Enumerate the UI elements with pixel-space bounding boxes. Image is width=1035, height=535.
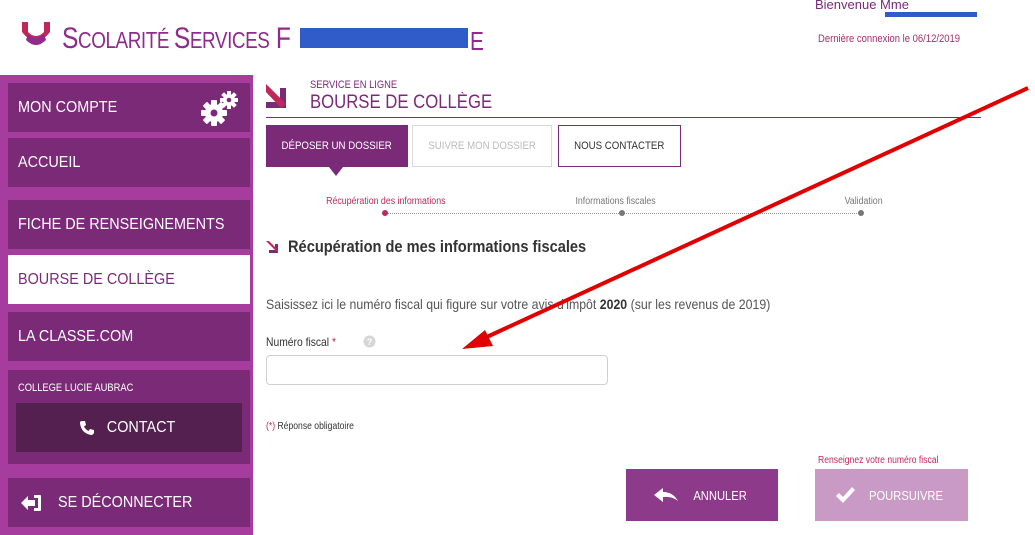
sidebar-item-label: ACCUEIL	[18, 153, 81, 171]
sidebar-item-label: LA CLASSE.COM	[18, 327, 134, 345]
college-name: COLLEGE LUCIE AUBRAC	[18, 382, 134, 394]
divider	[266, 117, 981, 118]
back-arrow-icon	[653, 488, 678, 502]
service-arrow-icon	[266, 84, 286, 108]
service-subtitle: SERVICE EN LIGNE	[310, 79, 398, 91]
contact-button[interactable]: CONTACT	[16, 403, 242, 452]
tab-label: DÉPOSER UN DOSSIER	[281, 140, 393, 152]
logout-button[interactable]: SE DÉCONNECTER	[8, 478, 250, 527]
sidebar-item-label: FICHE DE RENSEIGNEMENTS	[18, 215, 225, 233]
tab-nous-contacter[interactable]: NOUS CONTACTER	[558, 125, 681, 167]
fiscal-number-label: Numéro fiscal *	[266, 335, 336, 349]
brand-title-tail: E	[470, 26, 484, 56]
check-icon	[835, 487, 855, 503]
tab-label: NOUS CONTACTER	[574, 140, 665, 152]
required-note: (*) Réponse obligatoire	[266, 421, 354, 432]
cancel-button[interactable]: ANNULER	[626, 469, 778, 521]
contact-label: CONTACT	[106, 418, 176, 436]
sidebar-item-fiche-renseignements[interactable]: FICHE DE RENSEIGNEMENTS	[8, 200, 250, 249]
submit-button[interactable]: POURSUIVRE	[815, 469, 968, 521]
sidebar-item-label: MON COMPTE	[18, 98, 118, 116]
fiscal-number-input[interactable]	[266, 355, 608, 385]
step-label-informations-fiscales: Informations fiscales	[575, 196, 656, 207]
sidebar-item-label: BOURSE DE COLLÈGE	[18, 270, 175, 288]
redaction-bar	[300, 28, 468, 48]
welcome-text: Bienvenue Mme	[815, 0, 909, 12]
sidebar-item-mon-compte[interactable]: MON COMPTE	[8, 83, 250, 132]
brand-logo	[22, 22, 50, 45]
tab-suivre-dossier[interactable]: SUIVRE MON DOSSIER	[412, 125, 552, 167]
last-login-text: Dernière connexion le 06/12/2019	[818, 33, 961, 45]
section-arrow-icon	[266, 241, 278, 253]
error-message: Renseignez votre numéro fiscal	[818, 455, 939, 466]
step-label-validation: Validation	[844, 196, 883, 207]
sidebar-item-la-classe[interactable]: LA CLASSE.COM	[8, 312, 250, 361]
cancel-label: ANNULER	[693, 487, 747, 503]
tab-label: SUIVRE MON DOSSIER	[428, 140, 536, 152]
college-box: COLLEGE LUCIE AUBRAC CONTACT	[8, 370, 250, 464]
logout-label: SE DÉCONNECTER	[58, 493, 193, 511]
tab-deposer-dossier[interactable]: DÉPOSER UN DOSSIER	[266, 125, 408, 167]
help-icon[interactable]: ?	[363, 335, 376, 348]
active-tab-caret	[329, 167, 343, 176]
brand-title: SCOLARITÉ SERVICES F	[62, 22, 291, 55]
sidebar-item-accueil[interactable]: ACCUEIL	[8, 138, 250, 187]
logout-icon	[21, 494, 41, 511]
section-title: Récupération de mes informations fiscale…	[288, 237, 587, 256]
sidebar: MON COMPTE ACCUEIL FICHE DE RENSEIGNEMEN…	[0, 75, 253, 535]
sidebar-item-bourse-college[interactable]: BOURSE DE COLLÈGE	[8, 255, 250, 304]
page-title: BOURSE DE COLLÈGE	[310, 92, 493, 113]
redaction-bar-name	[885, 12, 977, 17]
instruction-text: Saisissez ici le numéro fiscal qui figur…	[266, 296, 771, 312]
submit-label: POURSUIVRE	[868, 487, 943, 503]
svg-text:?: ?	[367, 337, 373, 347]
gear-icon	[201, 91, 238, 126]
step-dot	[858, 210, 864, 216]
step-dot	[619, 210, 625, 216]
step-label-recuperation: Récupération des informations	[326, 196, 446, 207]
step-dot-active	[382, 210, 388, 216]
phone-icon	[79, 420, 94, 435]
